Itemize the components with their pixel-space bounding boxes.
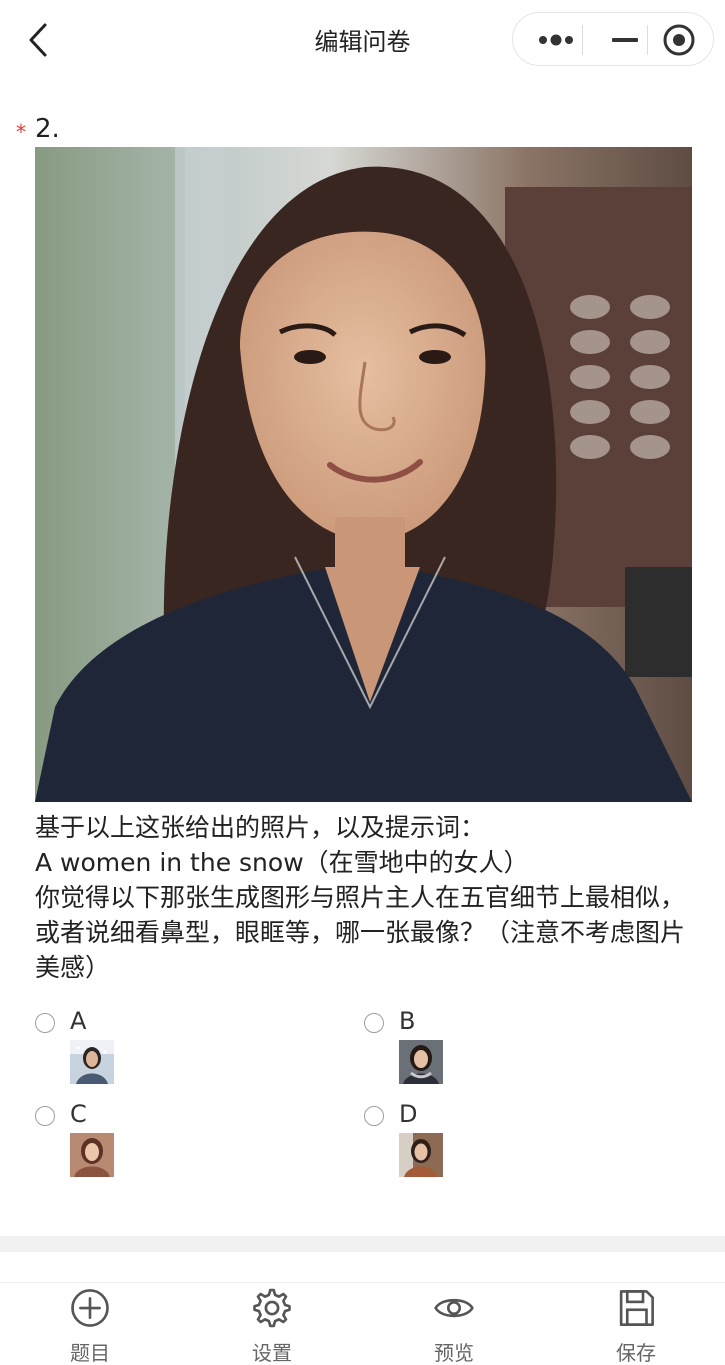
option-image	[399, 1133, 443, 1177]
tab-questions[interactable]: 题目	[30, 1283, 150, 1365]
more-dots-icon	[539, 34, 573, 46]
capsule-divider	[582, 25, 583, 55]
question-number: 2.	[35, 114, 60, 144]
bottom-tab-bar: 题目 设置 预览 保存	[0, 1282, 725, 1365]
section-divider	[0, 1236, 725, 1252]
option-image	[399, 1040, 443, 1084]
question-text-line: 你觉得以下那张生成图形与照片主人在五官细节上最相似，或者说细看鼻型，眼眶等，哪一…	[35, 883, 686, 982]
radio-button[interactable]	[35, 1013, 55, 1033]
option-image	[70, 1133, 114, 1177]
question-text-line: A women in the snow（在雪地中的女人）	[35, 848, 529, 877]
radio-button[interactable]	[364, 1013, 384, 1033]
option-label: A	[70, 1007, 87, 1035]
tab-save[interactable]: 保存	[576, 1283, 696, 1365]
tab-label: 设置	[252, 1341, 292, 1365]
radio-button[interactable]	[364, 1106, 384, 1126]
question-text: 基于以上这张给出的照片，以及提示词： A women in the snow（在…	[35, 810, 695, 985]
radio-button[interactable]	[35, 1106, 55, 1126]
option-label: C	[70, 1100, 87, 1128]
more-button[interactable]	[521, 13, 591, 67]
tab-settings[interactable]: 设置	[212, 1283, 332, 1365]
question-photo	[35, 147, 692, 802]
header: 编辑问卷	[0, 0, 725, 80]
option-label: B	[399, 1007, 416, 1035]
save-icon	[619, 1290, 654, 1326]
survey-edit-page: 编辑问卷 * 2. 基于以上这张给出的照片，以及提示词： A women in …	[0, 0, 725, 1365]
eye-icon	[434, 1298, 474, 1318]
tab-label: 保存	[616, 1341, 656, 1365]
close-mini-program-button[interactable]	[647, 13, 711, 67]
target-close-icon	[663, 24, 695, 56]
minus-icon	[612, 38, 638, 42]
question-text-line: 基于以上这张给出的照片，以及提示词：	[35, 813, 486, 842]
tab-label: 题目	[70, 1341, 110, 1365]
option-a[interactable]: A	[35, 1007, 335, 1093]
gear-icon	[253, 1288, 291, 1328]
required-mark: *	[16, 120, 26, 144]
plus-circle-icon	[71, 1289, 109, 1327]
option-d[interactable]: D	[364, 1100, 664, 1186]
option-b[interactable]: B	[364, 1007, 664, 1093]
mini-program-capsule	[512, 12, 714, 66]
option-label: D	[399, 1100, 418, 1128]
option-c[interactable]: C	[35, 1100, 335, 1186]
tab-preview[interactable]: 预览	[394, 1283, 514, 1365]
tab-label: 预览	[434, 1341, 474, 1365]
option-image	[70, 1040, 114, 1084]
